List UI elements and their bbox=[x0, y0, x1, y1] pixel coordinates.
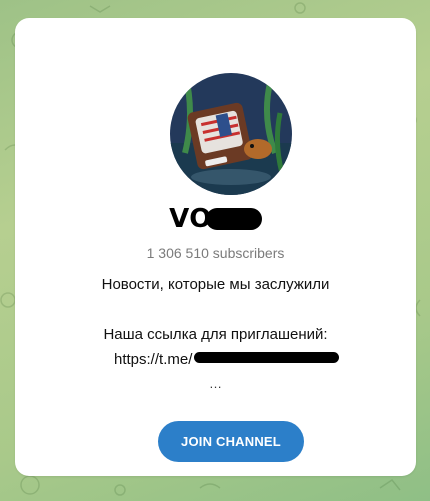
subscriber-count: 1 306 510 subscribers bbox=[146, 245, 285, 261]
redaction-mark bbox=[194, 352, 340, 363]
invite-link-label: Наша ссылка для приглашений: bbox=[103, 326, 328, 343]
channel-preview-card: VO 1 306 510 subscribers Новости, которы… bbox=[15, 18, 416, 476]
invite-link-prefix[interactable]: https://t.me/ bbox=[114, 351, 192, 368]
description-ellipsis: … bbox=[209, 376, 222, 391]
channel-description: Новости, которые мы заслужили bbox=[101, 276, 330, 293]
invite-link[interactable]: https://t.me/ bbox=[114, 351, 340, 368]
redaction-mark bbox=[205, 208, 262, 230]
join-channel-button[interactable]: JOIN CHANNEL bbox=[158, 421, 304, 462]
channel-title: VO bbox=[15, 204, 416, 234]
channel-avatar bbox=[170, 73, 292, 195]
